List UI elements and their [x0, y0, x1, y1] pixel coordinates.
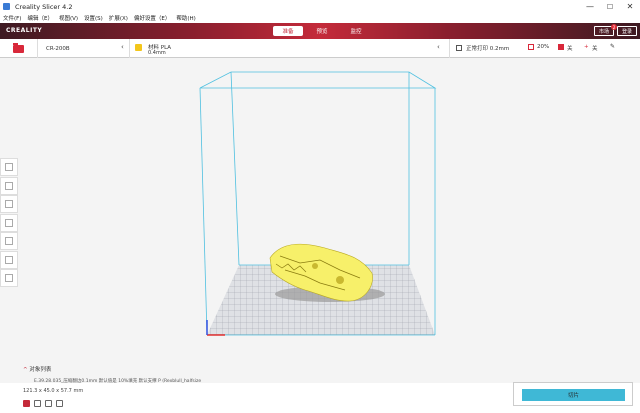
print-settings-selector[interactable]: 正常打印 0.2mm 20% 关 + 关 ✎	[450, 39, 640, 58]
adhesion-icon: +	[584, 44, 589, 50]
infill-icon	[528, 44, 534, 50]
3d-viewport[interactable]	[0, 58, 640, 383]
tab-prepare[interactable]: 准备	[273, 26, 303, 36]
delete-icon[interactable]	[23, 400, 30, 407]
printer-selector[interactable]: CR-200B ‹	[38, 39, 130, 58]
menu-preferences[interactable]: 偏好设置（E）	[134, 14, 170, 22]
close-button[interactable]: ✕	[620, 0, 640, 13]
open-file-button[interactable]	[0, 39, 38, 58]
material-icon	[135, 44, 142, 51]
multiply-icon[interactable]	[45, 400, 52, 407]
scale-tool[interactable]	[0, 176, 18, 195]
toolbar: CR-200B ‹ 材料 PLA 0.4mm ‹ 正常打印 0.2mm 20% …	[0, 39, 640, 58]
per-model-settings-tool[interactable]	[0, 232, 18, 250]
bottom-icons	[23, 400, 67, 407]
header-bar: CREALITY 准备 预览 监控 2 市场 登录	[0, 23, 640, 39]
scale-icon	[5, 181, 13, 190]
menu-edit[interactable]: 编辑（E）	[27, 14, 52, 22]
profile-name: 正常打印 0.2mm	[466, 46, 510, 52]
object-list-header[interactable]: ^ 对象列表	[23, 365, 51, 373]
menu-extensions[interactable]: 扩展(X)	[109, 14, 128, 22]
infill-value: 20%	[537, 44, 550, 50]
menu-help[interactable]: 帮助(H)	[176, 14, 195, 22]
title-bar: Creality Slicer 4.2 — ☐ ✕	[0, 0, 640, 13]
lay-flat-icon	[5, 274, 13, 282]
material-selector[interactable]: 材料 PLA 0.4mm ‹	[130, 39, 450, 58]
object-list-item[interactable]: E.39.28.035_压缩翻边0.1mm 默认值是 10%填充 默认支撑 P …	[34, 378, 201, 384]
chevron-left-icon: ‹	[437, 43, 440, 51]
settings-icon	[5, 237, 13, 245]
menu-bar: 文件(F) 编辑（E） 视图(V) 设置(S) 扩展(X) 偏好设置（E） 帮助…	[0, 13, 640, 23]
move-icon	[5, 163, 13, 171]
chevron-up-icon: ^	[23, 367, 28, 373]
move-tool[interactable]	[0, 158, 18, 176]
printer-name: CR-200B	[46, 45, 70, 52]
login-button[interactable]: 登录	[617, 26, 638, 36]
rotate-tool[interactable]	[0, 195, 18, 213]
blocker-icon	[5, 255, 13, 264]
slice-panel: 切片	[513, 382, 633, 406]
edit-icon[interactable]: ✎	[610, 43, 615, 50]
chevron-left-icon: ‹	[121, 43, 124, 51]
profile-icon	[456, 45, 462, 51]
minimize-button[interactable]: —	[580, 0, 600, 13]
mirror-icon	[5, 218, 13, 227]
nozzle-size: 0.4mm	[148, 50, 166, 56]
tab-preview[interactable]: 预览	[307, 26, 337, 36]
maximize-button[interactable]: ☐	[600, 0, 620, 13]
left-toolbar	[0, 158, 18, 288]
adhesion-value: 关	[592, 46, 598, 52]
menu-file[interactable]: 文件(F)	[3, 14, 21, 22]
mirror-tool[interactable]	[0, 213, 18, 232]
menu-settings[interactable]: 设置(S)	[84, 14, 103, 22]
tab-monitor[interactable]: 监控	[341, 26, 371, 36]
build-volume-view	[199, 71, 437, 336]
app-icon	[3, 3, 10, 10]
model-dimensions: 121.3 x 45.0 x 57.7 mm	[23, 388, 84, 394]
support-blocker-tool[interactable]	[0, 250, 18, 269]
slice-button[interactable]: 切片	[522, 389, 625, 401]
rotate-icon	[5, 200, 13, 208]
window-title: Creality Slicer 4.2	[15, 2, 73, 11]
support-icon	[558, 44, 564, 50]
arrange-icon[interactable]	[34, 400, 41, 407]
notification-badge: 2	[611, 24, 617, 30]
menu-view[interactable]: 视图(V)	[59, 14, 78, 22]
folder-icon	[13, 42, 24, 53]
lay-flat-tool[interactable]	[0, 269, 18, 287]
brand-logo: CREALITY	[6, 27, 43, 34]
object-list-title: 对象列表	[29, 367, 52, 373]
center-icon[interactable]	[56, 400, 63, 407]
support-value: 关	[567, 46, 573, 52]
mode-tabs: 准备 预览 监控	[273, 26, 375, 36]
